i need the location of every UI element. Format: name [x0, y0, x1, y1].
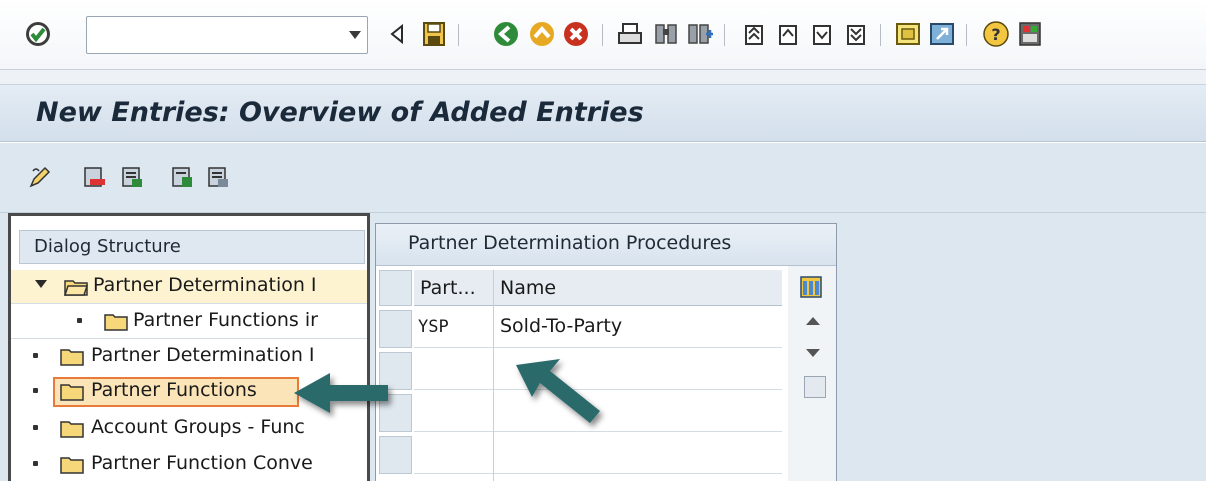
- column-divider: [493, 270, 494, 481]
- scroll-up-icon[interactable]: [806, 317, 820, 325]
- toolbar-separator: [880, 24, 881, 46]
- tree-item-label: Partner Functions ir: [133, 309, 318, 331]
- folder-icon: [60, 384, 84, 401]
- title-bar: New Entries: Overview of Added Entries: [0, 84, 1206, 142]
- standard-toolbar: ?: [0, 0, 1206, 70]
- scroll-thumb[interactable]: [804, 376, 826, 398]
- dialog-structure-header: Dialog Structure: [19, 230, 365, 264]
- last-page-icon[interactable]: [842, 20, 870, 48]
- svg-text:?: ?: [991, 25, 1000, 44]
- expander-icon[interactable]: [35, 280, 47, 288]
- deselect-all-icon[interactable]: [206, 165, 230, 189]
- print-icon[interactable]: [616, 20, 644, 48]
- exit-icon[interactable]: [528, 20, 556, 48]
- application-toolbar: [0, 143, 1206, 213]
- table-header: Part... Name: [414, 270, 782, 306]
- change-display-icon[interactable]: [28, 165, 52, 189]
- command-input[interactable]: [87, 17, 337, 53]
- workarea: Dialog Structure Partner Determination I…: [0, 213, 1206, 481]
- annotation-arrow-up-left-icon: [516, 359, 600, 423]
- partner-determination-table: Partner Determination Procedures Part...…: [375, 223, 837, 481]
- folder-icon: [60, 421, 84, 438]
- column-header-part[interactable]: Part...: [420, 277, 476, 299]
- page-title: New Entries: Overview of Added Entries: [36, 97, 644, 128]
- tree-item[interactable]: Partner Function Conve: [11, 448, 367, 481]
- annotation-arrow-left-icon: [294, 373, 388, 413]
- cell-part[interactable]: YSP: [418, 317, 449, 337]
- scroll-down-icon[interactable]: [806, 349, 820, 357]
- folder-icon: [60, 457, 84, 474]
- tree-item[interactable]: Partner Determination I: [11, 270, 367, 304]
- customize-layout-icon[interactable]: [1016, 20, 1044, 48]
- toolbar-strip: [0, 70, 1206, 84]
- toolbar-separator: [458, 24, 459, 46]
- table-row[interactable]: [414, 432, 782, 474]
- help-icon[interactable]: ?: [982, 20, 1010, 48]
- bullet-icon: [33, 425, 38, 430]
- cancel-icon[interactable]: [562, 20, 590, 48]
- folder-icon: [104, 314, 128, 331]
- bullet-icon: [33, 461, 38, 466]
- row-selector[interactable]: [379, 436, 412, 474]
- tree-item-label: Partner Functions: [91, 379, 257, 401]
- bullet-icon: [33, 388, 38, 393]
- shortcut-icon[interactable]: [928, 20, 956, 48]
- bullet-icon: [77, 318, 82, 323]
- tree-item-label: Partner Function Conve: [91, 452, 313, 474]
- save-icon[interactable]: [420, 20, 448, 48]
- back-icon[interactable]: [384, 20, 412, 48]
- table-row[interactable]: YSP Sold-To-Party: [414, 306, 782, 348]
- select-all-rows-button[interactable]: [379, 270, 412, 306]
- cell-name[interactable]: Sold-To-Party: [500, 315, 622, 337]
- find-icon[interactable]: [652, 20, 680, 48]
- enter-icon[interactable]: [24, 20, 52, 48]
- select-all-icon[interactable]: [120, 165, 144, 189]
- create-session-icon[interactable]: [894, 20, 922, 48]
- delete-icon[interactable]: [82, 165, 106, 189]
- find-next-icon[interactable]: [686, 20, 714, 48]
- tree-item-label: Account Groups - Func: [91, 416, 305, 438]
- tree-item-label: Partner Determination I: [93, 274, 317, 296]
- column-header-name[interactable]: Name: [500, 277, 556, 299]
- column-settings-icon[interactable]: [800, 276, 822, 298]
- dialog-structure-panel: Dialog Structure Partner Determination I…: [8, 213, 370, 481]
- select-block-icon[interactable]: [170, 165, 194, 189]
- first-page-icon[interactable]: [740, 20, 768, 48]
- toolbar-separator: [966, 24, 967, 46]
- tree-item-label: Partner Determination I: [91, 344, 315, 366]
- toolbar-separator: [602, 24, 603, 46]
- chevron-down-icon[interactable]: [349, 31, 361, 39]
- toolbar-separator: [724, 24, 725, 46]
- folder-icon: [60, 349, 84, 366]
- command-field[interactable]: [86, 16, 368, 54]
- vertical-scrollbar[interactable]: [788, 266, 836, 481]
- row-selector[interactable]: [379, 310, 412, 348]
- green-back-icon[interactable]: [492, 20, 520, 48]
- tree-item[interactable]: Partner Functions ir: [11, 305, 367, 339]
- bullet-icon: [33, 353, 38, 358]
- table-title: Partner Determination Procedures: [376, 224, 836, 266]
- next-page-icon[interactable]: [808, 20, 836, 48]
- open-folder-icon: [63, 280, 89, 296]
- previous-page-icon[interactable]: [774, 20, 802, 48]
